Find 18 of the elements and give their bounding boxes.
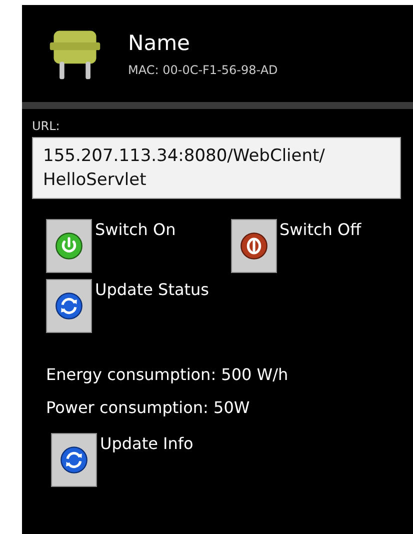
power-off-icon [240, 232, 268, 260]
refresh-icon [60, 446, 88, 474]
info-text: Energy consumption: 500 W/h [46, 365, 290, 384]
mac-address: MAC: 00-0C-F1-56-98-AD [128, 62, 278, 76]
refresh-icon [55, 292, 83, 320]
icon-button[interactable] [46, 219, 92, 273]
device-name: Name [128, 30, 191, 54]
icon-button[interactable] [230, 219, 276, 273]
button-label: Switch On [95, 219, 176, 241]
icon-button[interactable] [46, 279, 92, 333]
info-text: Power consumption: 50W [46, 398, 251, 417]
url-label: URL: [32, 119, 61, 133]
button-label: Update Info [100, 433, 194, 455]
button-label: Switch Off [280, 219, 362, 241]
url-field[interactable]: 155.207.113.34:8080/WebClient/ HelloServlet [32, 137, 401, 199]
icon-button[interactable] [51, 433, 97, 487]
power-icon [55, 232, 83, 260]
button-label: Update Status [95, 279, 210, 301]
